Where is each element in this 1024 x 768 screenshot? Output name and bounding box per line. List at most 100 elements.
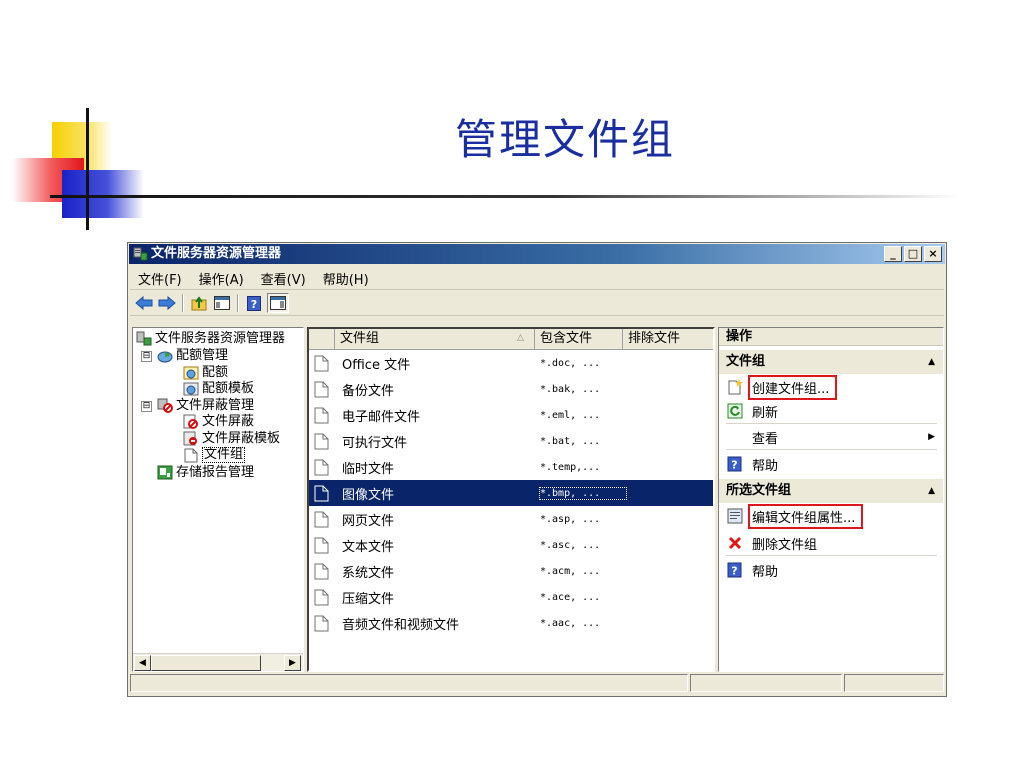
scroll-left-button[interactable]: ◀ (134, 655, 151, 671)
title-bar[interactable]: 文件服务器资源管理器 _ □ × (129, 244, 945, 264)
tree-label: 文件组 (202, 447, 246, 463)
tree-item-quota-management[interactable]: 配额管理 (157, 348, 228, 363)
include-files: *.asc, ... (540, 539, 601, 551)
file-group-name: 文本文件 (342, 539, 395, 555)
toolbar-separator (182, 294, 184, 312)
tree-item-file-screens[interactable]: 文件屏蔽 (183, 414, 254, 429)
file-group-icon (314, 407, 329, 423)
file-group-icon (314, 511, 329, 527)
svg-text:?: ? (251, 298, 257, 311)
include-files: *.bat, ... (540, 435, 601, 447)
include-files: *.asp, ... (540, 513, 601, 525)
help-button[interactable]: ? (244, 294, 264, 312)
file-group-name: Office 文件 (342, 357, 411, 373)
file-group-name: 临时文件 (342, 461, 395, 477)
tree-label: 配额管理 (176, 347, 229, 363)
action-view[interactable]: 查看 ▶ (719, 425, 943, 449)
tree-label: 配额 (202, 364, 229, 380)
tree-item-root[interactable]: 文件服务器资源管理器 (136, 331, 285, 346)
file-screen-icon (183, 414, 198, 429)
table-row[interactable]: 网页文件 *.asp, ... (309, 506, 713, 532)
actions-section-file-groups[interactable]: 文件组 ▲ (719, 350, 943, 374)
show-hide-console-tree-button[interactable] (212, 294, 232, 312)
column-header-file-group[interactable]: 文件组 (335, 329, 535, 349)
minimize-button[interactable]: _ (884, 246, 902, 262)
forward-button[interactable] (157, 294, 177, 312)
menu-file[interactable]: 文件(F) (130, 269, 191, 288)
actions-pane: 操作 文件组 ▲ 创建文件组... 刷新 查看 ▶ ? 帮助 所选文件组 ▲ 编… (718, 327, 944, 672)
tree-item-file-screening-management[interactable]: 文件屏蔽管理 (157, 398, 254, 413)
file-group-name: 音频文件和视频文件 (342, 617, 460, 633)
toolbar: ? (130, 291, 944, 316)
table-row[interactable]: 压缩文件 *.ace, ... (309, 584, 713, 610)
column-header-icon[interactable] (309, 329, 335, 349)
table-row[interactable]: Office 文件 *.doc, ... (309, 350, 713, 376)
file-group-name: 图像文件 (342, 487, 395, 503)
action-refresh[interactable]: 刷新 (719, 399, 943, 423)
table-row[interactable]: 电子邮件文件 *.eml, ... (309, 402, 713, 428)
menu-action[interactable]: 操作(A) (191, 269, 253, 288)
collapse-section-icon[interactable]: ▲ (928, 479, 935, 503)
column-header-label: 文件组 (340, 331, 380, 346)
table-row[interactable]: 备份文件 *.bak, ... (309, 376, 713, 402)
back-button[interactable] (134, 294, 154, 312)
console-tree: 文件服务器资源管理器 ⊟ 配额管理 配额 配额模板 ⊟ 文件屏蔽管理 文件屏蔽 … (132, 327, 304, 672)
actions-section-selected-file-group[interactable]: 所选文件组 ▲ (719, 479, 943, 503)
action-help-selected-file-group[interactable]: ? 帮助 (719, 558, 943, 582)
table-row[interactable]: 系统文件 *.acm, ... (309, 558, 713, 584)
file-group-icon (314, 563, 329, 579)
up-one-level-button[interactable] (189, 294, 209, 312)
include-files: *.bak, ... (540, 383, 601, 395)
table-row[interactable]: 临时文件 *.temp,... (309, 454, 713, 480)
include-files: *.acm, ... (540, 565, 601, 577)
file-group-name: 压缩文件 (342, 591, 395, 607)
quota-template-icon (183, 382, 199, 396)
window-title: 文件服务器资源管理器 (151, 246, 282, 261)
tree-horizontal-scrollbar[interactable]: ◀ ▶ (133, 653, 303, 671)
tree-item-quota-templates[interactable]: 配额模板 (183, 381, 254, 396)
collapse-quota-toggle[interactable]: ⊟ (141, 351, 152, 362)
table-row[interactable]: 图像文件 *.bmp, ... (309, 480, 713, 506)
file-group-icon (314, 459, 329, 475)
column-header-include[interactable]: 包含文件 (535, 329, 623, 349)
collapse-file-screen-toggle[interactable]: ⊟ (141, 401, 152, 412)
table-row[interactable]: 可执行文件 *.bat, ... (309, 428, 713, 454)
close-button[interactable]: × (924, 246, 942, 262)
scroll-thumb[interactable] (151, 655, 261, 671)
list-header: 文件组 △ 包含文件 排除文件 (309, 329, 713, 350)
properties-icon (727, 508, 743, 524)
action-edit-file-group-properties[interactable]: 编辑文件组属性... (719, 503, 943, 529)
action-create-file-group[interactable]: 创建文件组... (719, 374, 943, 400)
column-header-exclude[interactable]: 排除文件 (623, 329, 713, 349)
menu-help[interactable]: 帮助(H) (315, 269, 378, 288)
action-delete-file-group[interactable]: 删除文件组 (719, 531, 943, 555)
actions-divider (726, 555, 937, 556)
tree-item-file-screen-templates[interactable]: 文件屏蔽模板 (183, 431, 280, 446)
action-label: 删除文件组 (752, 537, 818, 553)
file-group-name: 可执行文件 (342, 435, 408, 451)
menu-view[interactable]: 查看(V) (253, 269, 315, 288)
tree-item-file-groups[interactable]: 文件组 (183, 447, 246, 463)
file-group-name: 电子邮件文件 (342, 409, 421, 425)
collapse-section-icon[interactable]: ▲ (928, 350, 935, 374)
submenu-arrow-icon: ▶ (928, 432, 935, 442)
action-label: 帮助 (752, 564, 779, 580)
tree-item-storage-reports-management[interactable]: 存储报告管理 (157, 465, 254, 480)
include-files: *.eml, ... (540, 409, 601, 421)
tree-item-quotas[interactable]: 配额 (183, 365, 228, 380)
help-icon: ? (727, 562, 742, 578)
file-server-resource-manager-window: 文件服务器资源管理器 _ □ × 文件(F) 操作(A) 查看(V) 帮助(H)… (127, 242, 947, 697)
forward-arrow-icon (158, 296, 176, 310)
action-pane-icon (270, 296, 286, 310)
table-row[interactable]: 音频文件和视频文件 *.aac, ... (309, 610, 713, 636)
tree-label: 文件屏蔽 (202, 413, 255, 429)
new-file-group-icon (728, 379, 743, 395)
sort-ascending-icon: △ (517, 333, 524, 343)
table-row[interactable]: 文本文件 *.asc, ... (309, 532, 713, 558)
show-hide-action-pane-button[interactable] (267, 293, 289, 313)
action-help-file-groups[interactable]: ? 帮助 (719, 452, 943, 476)
scroll-right-button[interactable]: ▶ (284, 655, 301, 671)
maximize-button[interactable]: □ (904, 246, 922, 262)
back-arrow-icon (135, 296, 153, 310)
file-group-icon (314, 433, 329, 449)
